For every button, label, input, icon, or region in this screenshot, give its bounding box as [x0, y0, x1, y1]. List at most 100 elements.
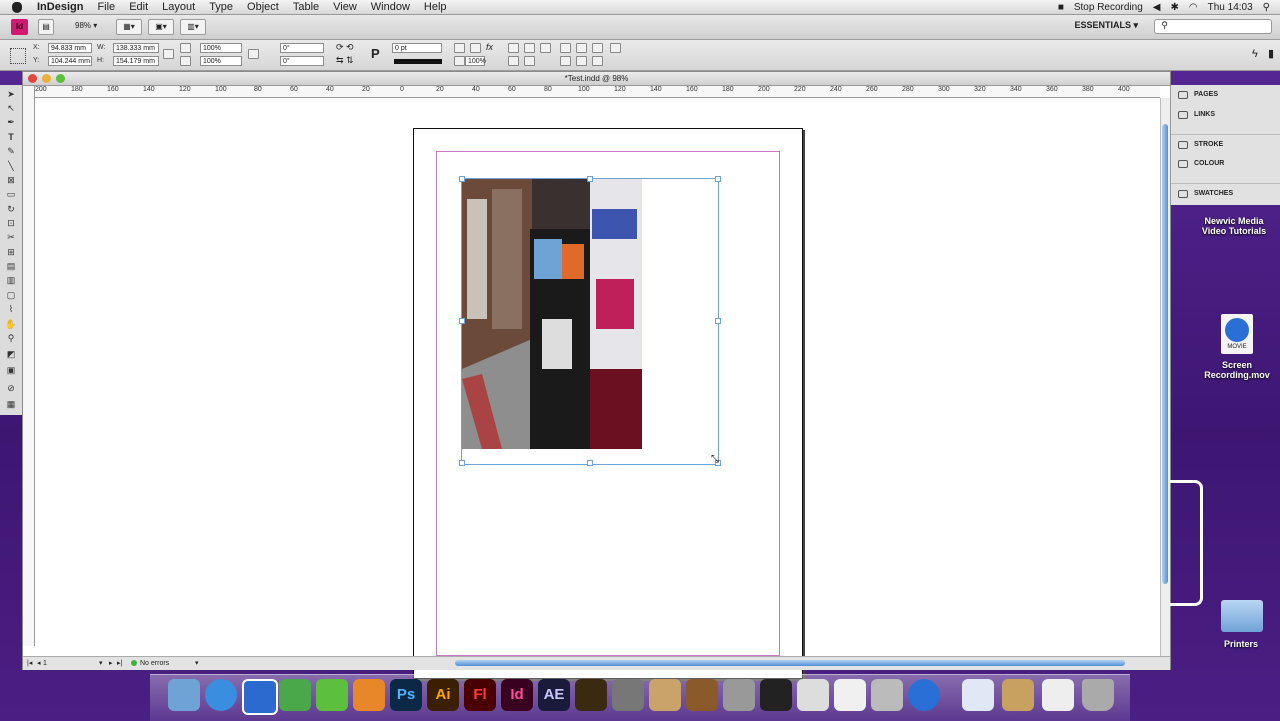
illustrator-icon[interactable]: Ai [427, 679, 459, 711]
spotlight-icon[interactable]: ⚲ [1263, 2, 1270, 13]
menu-app-name[interactable]: InDesign [30, 0, 90, 14]
clock[interactable]: Thu 14:03 [1208, 2, 1253, 13]
formatting-affects-container-icon[interactable]: ▣ [5, 365, 17, 375]
pencil-tool-icon[interactable]: ✎ [5, 146, 17, 156]
line-tool-icon[interactable]: ╲ [5, 161, 17, 171]
textedit-icon[interactable] [834, 679, 866, 711]
frame-handle[interactable] [715, 176, 721, 182]
wifi-icon[interactable]: ◠ [1189, 2, 1198, 13]
frame-handle[interactable] [459, 460, 465, 466]
desktop-folder-printers[interactable]: Printers [1210, 639, 1272, 649]
quicktime-dock-icon[interactable] [908, 679, 940, 711]
constrain-proportions-icon[interactable] [163, 49, 174, 59]
image-capture-icon[interactable] [871, 679, 903, 711]
frame-handle[interactable] [459, 176, 465, 182]
paragraph-p-icon[interactable]: P [371, 46, 380, 61]
panel-stroke[interactable]: STROKE [1171, 134, 1280, 155]
stop-recording-label[interactable]: Stop Recording [1074, 2, 1143, 13]
zoom-tool-icon[interactable]: ⚲ [5, 333, 17, 343]
workspace-switcher[interactable]: ESSENTIALS ▾ [1074, 20, 1138, 31]
menu-window[interactable]: Window [364, 0, 417, 14]
documents-stack-icon[interactable] [962, 679, 994, 711]
rotation-angle-field[interactable]: 0° [280, 43, 324, 53]
y-position-field[interactable]: 104.244 mm [48, 56, 92, 66]
screen-mode-icon[interactable]: ▦ [5, 399, 17, 409]
screen-mode-button[interactable]: ▣▾ [148, 19, 174, 35]
hand-tool-icon[interactable]: ✋ [5, 319, 17, 329]
menu-table[interactable]: Table [286, 0, 326, 14]
rectangle-frame-tool-icon[interactable]: ⊠ [5, 175, 17, 185]
first-page-icon[interactable]: |◂ [27, 657, 32, 670]
align-center-icon[interactable] [576, 43, 587, 53]
after-effects-icon[interactable]: AE [538, 679, 570, 711]
final-cut-icon[interactable] [723, 679, 755, 711]
selected-graphics-frame[interactable] [461, 178, 719, 465]
rotate-icon[interactable]: ⟳ ⟲ [336, 42, 354, 53]
lightning-icon[interactable]: ϟ [1252, 48, 1258, 60]
vertical-scroll-thumb[interactable] [1162, 124, 1168, 584]
direct-selection-tool-icon[interactable]: ↖ [5, 103, 17, 113]
garageband-icon[interactable] [686, 679, 718, 711]
center-content-icon[interactable] [540, 43, 551, 53]
height-field[interactable]: 154.179 mm [113, 56, 159, 66]
type-tool-icon[interactable]: T [5, 132, 17, 142]
free-transform-tool-icon[interactable]: ⊞ [5, 247, 17, 257]
panel-swatches[interactable]: SWATCHES [1171, 183, 1280, 204]
bridge-button[interactable]: ▤ [38, 19, 54, 35]
next-page-icon[interactable]: ▸ [109, 657, 113, 670]
fit-frame-to-content-icon[interactable] [524, 43, 535, 53]
note-tool-icon[interactable]: ▢ [5, 290, 17, 300]
rotate-tool-icon[interactable]: ↻ [5, 204, 17, 214]
close-window-icon[interactable] [28, 74, 37, 83]
menu-file[interactable]: File [90, 0, 122, 14]
x-position-field[interactable]: 94.833 mm [48, 43, 92, 53]
distribute-icon[interactable] [610, 43, 621, 53]
arrange-documents-button[interactable]: ▥▾ [180, 19, 206, 35]
frame-handle[interactable] [587, 460, 593, 466]
panel-pages[interactable]: PAGES [1171, 85, 1280, 105]
pen-tool-icon[interactable]: ✒ [5, 117, 17, 127]
safari-icon[interactable] [205, 679, 237, 711]
panel-menu-icon[interactable]: ▮ [1268, 47, 1274, 60]
dvd-player-icon[interactable] [797, 679, 829, 711]
pasteboard[interactable]: ⤡ [35, 98, 1160, 679]
stop-recording-icon[interactable]: ■ [1058, 2, 1064, 13]
scale-x-field[interactable]: 100% [200, 43, 242, 53]
align-top-icon[interactable] [560, 56, 571, 66]
menu-help[interactable]: Help [417, 0, 454, 14]
fit-content-to-frame-icon[interactable] [524, 56, 535, 66]
flash-catalyst-icon[interactable] [316, 679, 348, 711]
bluetooth-icon[interactable]: ✱ [1171, 2, 1179, 13]
width-field[interactable]: 138.333 mm [113, 43, 159, 53]
stroke-weight-field[interactable]: 0 pt [392, 43, 442, 53]
zoom-window-icon[interactable] [56, 74, 65, 83]
panel-links[interactable]: LINKS [1171, 105, 1280, 125]
opacity-field[interactable]: 100% [465, 56, 486, 66]
stroke-type-swatch[interactable] [394, 59, 442, 64]
desktop-folder-newvic[interactable]: Newvic Media Video Tutorials [1196, 216, 1272, 236]
align-middle-icon[interactable] [576, 56, 587, 66]
eyedropper-tool-icon[interactable]: ⌇ [5, 304, 17, 314]
dreamweaver-icon[interactable] [279, 679, 311, 711]
soundbooth-icon[interactable] [575, 679, 607, 711]
selection-tool-icon[interactable]: ➤ [5, 89, 17, 99]
preflight-status-text[interactable]: No errors [140, 657, 169, 670]
imovie-star-icon[interactable] [612, 679, 644, 711]
page-menu-icon[interactable]: ▾ [99, 657, 103, 670]
constrain-scale-icon[interactable] [248, 49, 259, 59]
gradient-swatch-tool-icon[interactable]: ▤ [5, 261, 17, 271]
zoom-level[interactable]: 98% ▾ [75, 19, 97, 33]
finder-icon[interactable] [168, 679, 200, 711]
shadow-icon[interactable] [470, 43, 481, 53]
fill-frame-proportionally-icon[interactable] [508, 56, 519, 66]
downloads-stack-icon[interactable] [1002, 679, 1034, 711]
menu-type[interactable]: Type [202, 0, 240, 14]
frame-handle[interactable] [587, 176, 593, 182]
menu-edit[interactable]: Edit [122, 0, 155, 14]
flip-icon[interactable]: ⇆ ⇅ [336, 55, 354, 66]
menu-layout[interactable]: Layout [155, 0, 202, 14]
fit-content-proportionally-icon[interactable] [508, 43, 519, 53]
panel-colour[interactable]: COLOUR [1171, 154, 1280, 174]
menu-object[interactable]: Object [240, 0, 286, 14]
fireworks-icon[interactable] [353, 679, 385, 711]
